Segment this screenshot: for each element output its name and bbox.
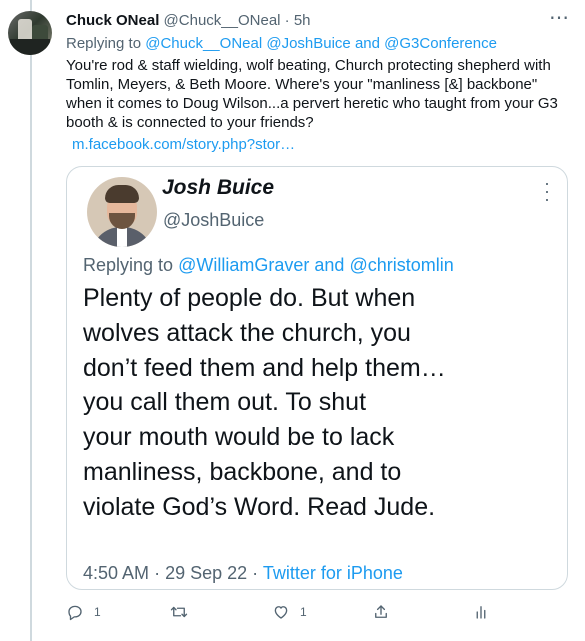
tweet-text-line: booth & is connected to your friends? bbox=[66, 114, 314, 131]
mention-link[interactable]: @christomlin bbox=[349, 255, 453, 275]
header-separator: · bbox=[284, 12, 290, 29]
tweet-actions: 1 1 bbox=[66, 600, 506, 624]
tweet-link[interactable]: m.facebook.com/story.php?stor… bbox=[72, 136, 295, 154]
quoted-text-line: your mouth would be to lack bbox=[83, 423, 395, 452]
quoted-author-avatar[interactable] bbox=[87, 177, 157, 247]
author-handle[interactable]: @Chuck__ONeal bbox=[164, 12, 281, 29]
analytics-button[interactable] bbox=[472, 600, 490, 624]
more-vertical-icon[interactable]: · · · bbox=[539, 174, 555, 208]
quoted-source[interactable]: Twitter for iPhone bbox=[263, 563, 403, 583]
thread-connector-line bbox=[30, 0, 32, 641]
quoted-replying-to-line: Replying to @WilliamGraver and @christom… bbox=[83, 254, 454, 276]
share-icon bbox=[375, 605, 387, 618]
tweet-body: You're rod & staff wielding, wolf beatin… bbox=[66, 56, 566, 132]
reply-icon bbox=[68, 605, 82, 621]
quoted-time[interactable]: 4:50 AM bbox=[83, 563, 149, 583]
quoted-tweet-card[interactable]: Josh Buice @JoshBuice · · · Replying to @W… bbox=[66, 166, 568, 590]
like-button[interactable]: 1 bbox=[272, 600, 307, 624]
like-count: 1 bbox=[300, 605, 307, 619]
quoted-tweet-text: Plenty of people do. But when wolves att… bbox=[83, 281, 563, 525]
quoted-author-name[interactable]: Josh Buice bbox=[162, 175, 274, 201]
meta-separator: · bbox=[154, 563, 161, 583]
quoted-tweet-meta: 4:50 AM · 29 Sep 22 · Twitter for iPhone bbox=[83, 562, 403, 584]
mention-link[interactable]: @WilliamGraver bbox=[178, 255, 309, 275]
tweet-text-line: You're rod & staff wielding, wolf beatin… bbox=[66, 57, 551, 74]
analytics-icon bbox=[476, 606, 486, 619]
mention-link[interactable]: @G3Conference bbox=[384, 35, 497, 52]
reply-button[interactable]: 1 bbox=[66, 600, 101, 624]
author-avatar[interactable] bbox=[8, 11, 52, 55]
share-button[interactable] bbox=[372, 600, 390, 624]
tweet-header: Chuck ONeal @Chuck__ONeal · 5h bbox=[66, 12, 311, 30]
quoted-text-line: you call them out. To shut bbox=[83, 388, 367, 417]
and-word: and bbox=[354, 35, 380, 52]
tweet-time[interactable]: 5h bbox=[294, 12, 311, 29]
tweet-text-line: when it comes to Doug Wilson...a pervert… bbox=[66, 95, 558, 112]
quoted-date[interactable]: 29 Sep 22 bbox=[165, 563, 247, 583]
quoted-text-line: Plenty of people do. But when bbox=[83, 284, 416, 312]
retweet-icon bbox=[170, 606, 188, 618]
replying-to-line: Replying to @Chuck__ONeal @JoshBuice and… bbox=[66, 35, 497, 53]
quoted-text-line: violate God’s Word. Read Jude. bbox=[83, 492, 436, 521]
reply-count: 1 bbox=[94, 605, 101, 619]
meta-separator: · bbox=[252, 563, 259, 583]
mention-link[interactable]: @Chuck__ONeal bbox=[145, 35, 262, 52]
author-name[interactable]: Chuck ONeal bbox=[66, 12, 159, 29]
retweet-button[interactable] bbox=[170, 600, 198, 624]
quoted-text-line: manliness, backbone, and to bbox=[83, 457, 402, 486]
quoted-author-handle[interactable]: @JoshBuice bbox=[163, 209, 264, 231]
quoted-text-line: don’t feed them and help them… bbox=[83, 353, 446, 382]
mention-link[interactable]: @JoshBuice bbox=[266, 35, 350, 52]
like-icon bbox=[274, 606, 288, 619]
quoted-replying-label: Replying to bbox=[83, 255, 174, 275]
replying-label: Replying to bbox=[66, 35, 142, 52]
and-word: and bbox=[314, 255, 345, 275]
quoted-text-line: wolves attack the church, you bbox=[83, 318, 411, 347]
tweet-text-line: Tomlin, Meyers, & Beth Moore. Where's yo… bbox=[66, 76, 538, 93]
more-horizontal-icon[interactable]: ⋯ bbox=[549, 8, 569, 32]
